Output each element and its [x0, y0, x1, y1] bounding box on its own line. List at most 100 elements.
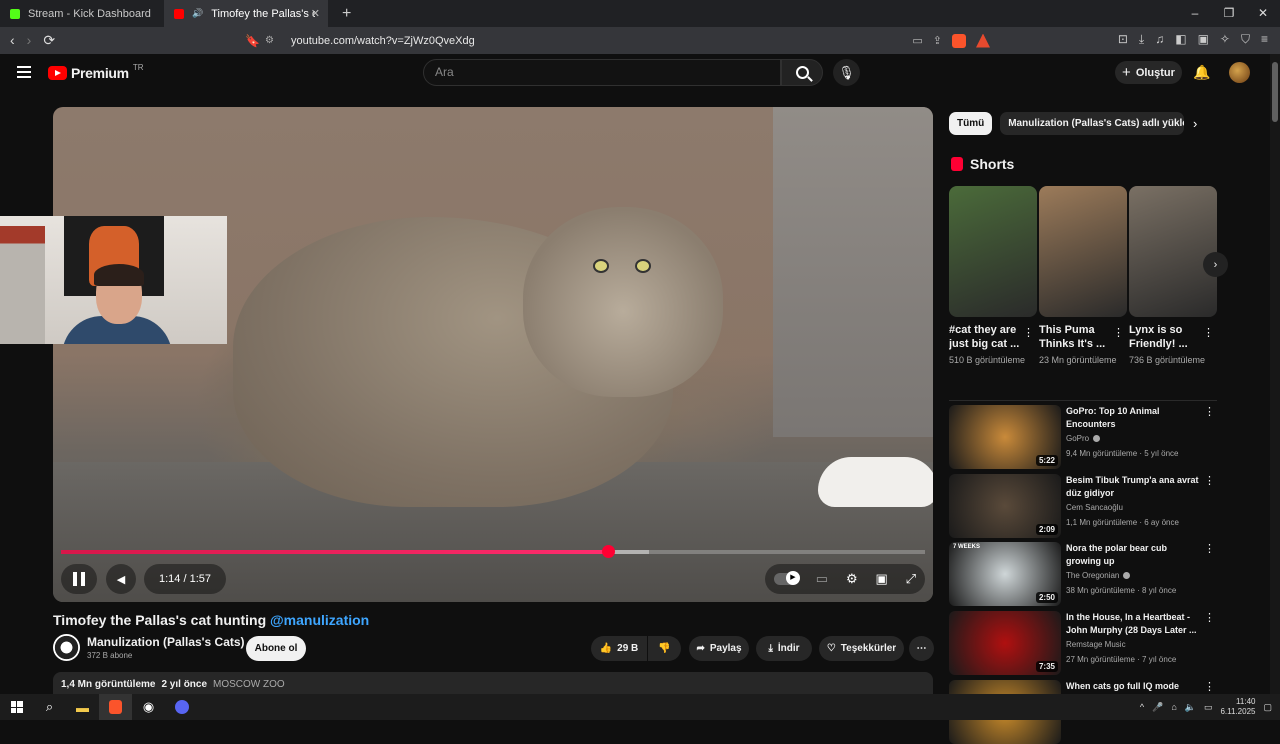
brave-browser-icon[interactable]	[99, 694, 132, 720]
video-thumbnail[interactable]: 2:09	[949, 474, 1061, 538]
channel-name-text[interactable]: GoPro	[1066, 434, 1089, 443]
fullscreen-icon[interactable]: ⤢	[906, 571, 916, 587]
speaker-icon[interactable]: 🔊	[192, 8, 203, 19]
download-button[interactable]: ⤓ İndir	[756, 636, 812, 661]
video-thumbnail[interactable]: 7:35	[949, 611, 1061, 675]
start-button[interactable]	[0, 694, 33, 720]
chip-uploader[interactable]: Manulization (Pallas's Cats) adlı yükley…	[1000, 112, 1185, 135]
thanks-button[interactable]: ♡ Teşekkürler	[819, 636, 904, 661]
youtube-logo[interactable]: Premium TR	[48, 63, 143, 81]
chip-all[interactable]: Tümü	[949, 112, 993, 135]
new-tab-button[interactable]: +	[342, 5, 351, 23]
minimize-button[interactable]: –	[1178, 0, 1212, 27]
tab-kick-dashboard[interactable]: Stream - Kick Dashboard	[0, 0, 164, 27]
wallet-icon[interactable]: ▣	[1198, 32, 1209, 47]
tray-chevron-icon[interactable]: ^	[1140, 702, 1144, 712]
channel-name[interactable]: Remstage Music	[1066, 640, 1126, 649]
page-scrollbar[interactable]	[1270, 54, 1280, 694]
hamburger-menu-icon[interactable]	[17, 66, 31, 78]
channel-name-text[interactable]: The Oregonian	[1066, 571, 1119, 580]
vpn-icon[interactable]: ⛉	[1241, 32, 1250, 47]
subtitles-icon[interactable]: ▭	[816, 571, 828, 587]
short-menu-icon[interactable]: ⋮	[1203, 326, 1214, 339]
video-thumbnail[interactable]: 7 WEEKS 2:50	[949, 542, 1061, 606]
volume-button[interactable]: ◀	[106, 564, 136, 594]
video-menu-icon[interactable]: ⋮	[1204, 680, 1215, 693]
recommended-video[interactable]: 5:22 GoPro: Top 10 Animal Encounters GoPro…	[949, 405, 1217, 469]
theater-mode-icon[interactable]: ▣	[875, 571, 887, 587]
forward-icon[interactable]: ›	[27, 32, 32, 49]
video-menu-icon[interactable]: ⋮	[1204, 611, 1215, 624]
more-actions-button[interactable]: ⋯	[909, 636, 934, 661]
clock[interactable]: 11:40 6.11.2025	[1220, 697, 1255, 717]
scrubber-handle[interactable]	[601, 545, 615, 558]
reload-icon[interactable]: ⟳	[43, 32, 55, 49]
chips-next-icon[interactable]: ›	[1193, 116, 1197, 131]
channel-name-text[interactable]: Cem Sancaoğlu	[1066, 503, 1123, 512]
video-title[interactable]: Nora the polar bear cub growing up	[1066, 542, 1201, 568]
voice-search-button[interactable]: 🎙	[833, 59, 860, 86]
discord-icon[interactable]	[165, 694, 198, 720]
brave-shields-icon[interactable]	[952, 33, 966, 48]
short-card[interactable]: Lynx is so Friendly! ... 736 B görüntülem…	[1129, 186, 1217, 367]
recommended-video[interactable]: 7 WEEKS 2:50 Nora the polar bear cub growi…	[949, 542, 1217, 606]
recommended-video[interactable]: 2:09 Besim Tibuk Trump'a ana avrat düz gi…	[949, 474, 1217, 538]
channel-name[interactable]: Manulization (Pallas's Cats)	[87, 635, 258, 649]
omnibox[interactable]: 🔖 ⚙ youtube.com/watch?v=ZjWz0QveXdg ▭ ⇪	[245, 30, 990, 51]
short-menu-icon[interactable]: ⋮	[1023, 326, 1034, 339]
recommended-video[interactable]: 7:35 In the House, In a Heartbeat - John …	[949, 611, 1217, 675]
like-button[interactable]: 👍 29 B	[591, 636, 647, 661]
shorts-next-button[interactable]: ›	[1203, 252, 1228, 277]
notifications-bell-icon[interactable]: 🔔	[1193, 64, 1210, 81]
channel-handle-link[interactable]: @manulization	[270, 612, 369, 628]
video-menu-icon[interactable]: ⋮	[1204, 474, 1215, 487]
video-menu-icon[interactable]: ⋮	[1204, 405, 1215, 418]
leo-icon[interactable]: ✧	[1220, 32, 1230, 47]
channel-avatar[interactable]	[53, 634, 80, 661]
close-window-button[interactable]: ✕	[1246, 0, 1280, 27]
notification-center-icon[interactable]: ▢	[1263, 702, 1272, 713]
progress-bar[interactable]	[61, 545, 925, 558]
video-title[interactable]: In the House, In a Heartbeat - John Murp…	[1066, 611, 1201, 637]
channel-name[interactable]: The Oregonian	[1066, 571, 1131, 580]
restore-button[interactable]: ❐	[1212, 0, 1246, 27]
brave-rewards-icon[interactable]	[976, 33, 990, 48]
video-player[interactable]: ◀ 1:14 / 1:57 ▭ ⚙ ▣ ⤢	[53, 107, 933, 602]
short-card[interactable]: #cat they are just big cat ... 510 B görü…	[949, 186, 1037, 367]
subscribe-button[interactable]: Abone ol	[246, 636, 306, 661]
video-title[interactable]: GoPro: Top 10 Animal Encounters	[1066, 405, 1201, 431]
cast-icon[interactable]: ▭	[912, 34, 922, 47]
description-box[interactable]: 1,4 Mn görüntüleme 2 yıl önce MOSCOW ZOO	[53, 672, 933, 694]
microphone-tray-icon[interactable]: 🎤	[1152, 702, 1163, 713]
search-taskbar-icon[interactable]: ⌕	[33, 694, 66, 720]
short-menu-icon[interactable]: ⋮	[1113, 326, 1124, 339]
media-icon[interactable]: ♫	[1155, 32, 1164, 47]
tab-search-icon[interactable]: ⊡	[1118, 32, 1128, 47]
network-icon[interactable]: ⌂	[1171, 702, 1176, 712]
file-explorer-icon[interactable]: ▬	[66, 694, 99, 720]
channel-name[interactable]: Cem Sancaoğlu	[1066, 503, 1123, 512]
short-card[interactable]: This Puma Thinks It's ... 23 Mn görüntüle…	[1039, 186, 1127, 367]
video-menu-icon[interactable]: ⋮	[1204, 542, 1215, 555]
volume-tray-icon[interactable]: 🔈	[1185, 702, 1196, 713]
search-button[interactable]	[781, 59, 823, 86]
create-button[interactable]: + Oluştur	[1115, 61, 1182, 84]
back-icon[interactable]: ‹	[10, 32, 15, 49]
channel-name[interactable]: GoPro	[1066, 434, 1101, 443]
short-thumbnail[interactable]	[949, 186, 1037, 317]
menu-icon[interactable]: ≡	[1261, 32, 1268, 47]
channel-name-text[interactable]: Manulization (Pallas's Cats)	[87, 635, 245, 649]
share-icon[interactable]: ⇪	[933, 34, 942, 47]
video-thumbnail[interactable]: 5:22	[949, 405, 1061, 469]
short-thumbnail[interactable]	[1129, 186, 1217, 317]
site-info-icon[interactable]: ⚙	[265, 35, 285, 46]
close-tab-icon[interactable]: ✕	[311, 7, 320, 20]
battery-icon[interactable]: ▭	[1204, 702, 1213, 713]
pause-button[interactable]	[61, 564, 97, 594]
video-title[interactable]: Besim Tibuk Trump'a ana avrat düz gidiyo…	[1066, 474, 1201, 500]
download-icon[interactable]: ⤓	[1139, 32, 1144, 47]
search-input[interactable]: Ara	[423, 59, 781, 86]
account-avatar[interactable]	[1229, 62, 1250, 83]
location-tag[interactable]: MOSCOW ZOO	[213, 679, 285, 690]
tab-youtube-video[interactable]: 🔊 Timofey the Pallas's cat huntin ✕	[164, 0, 328, 27]
